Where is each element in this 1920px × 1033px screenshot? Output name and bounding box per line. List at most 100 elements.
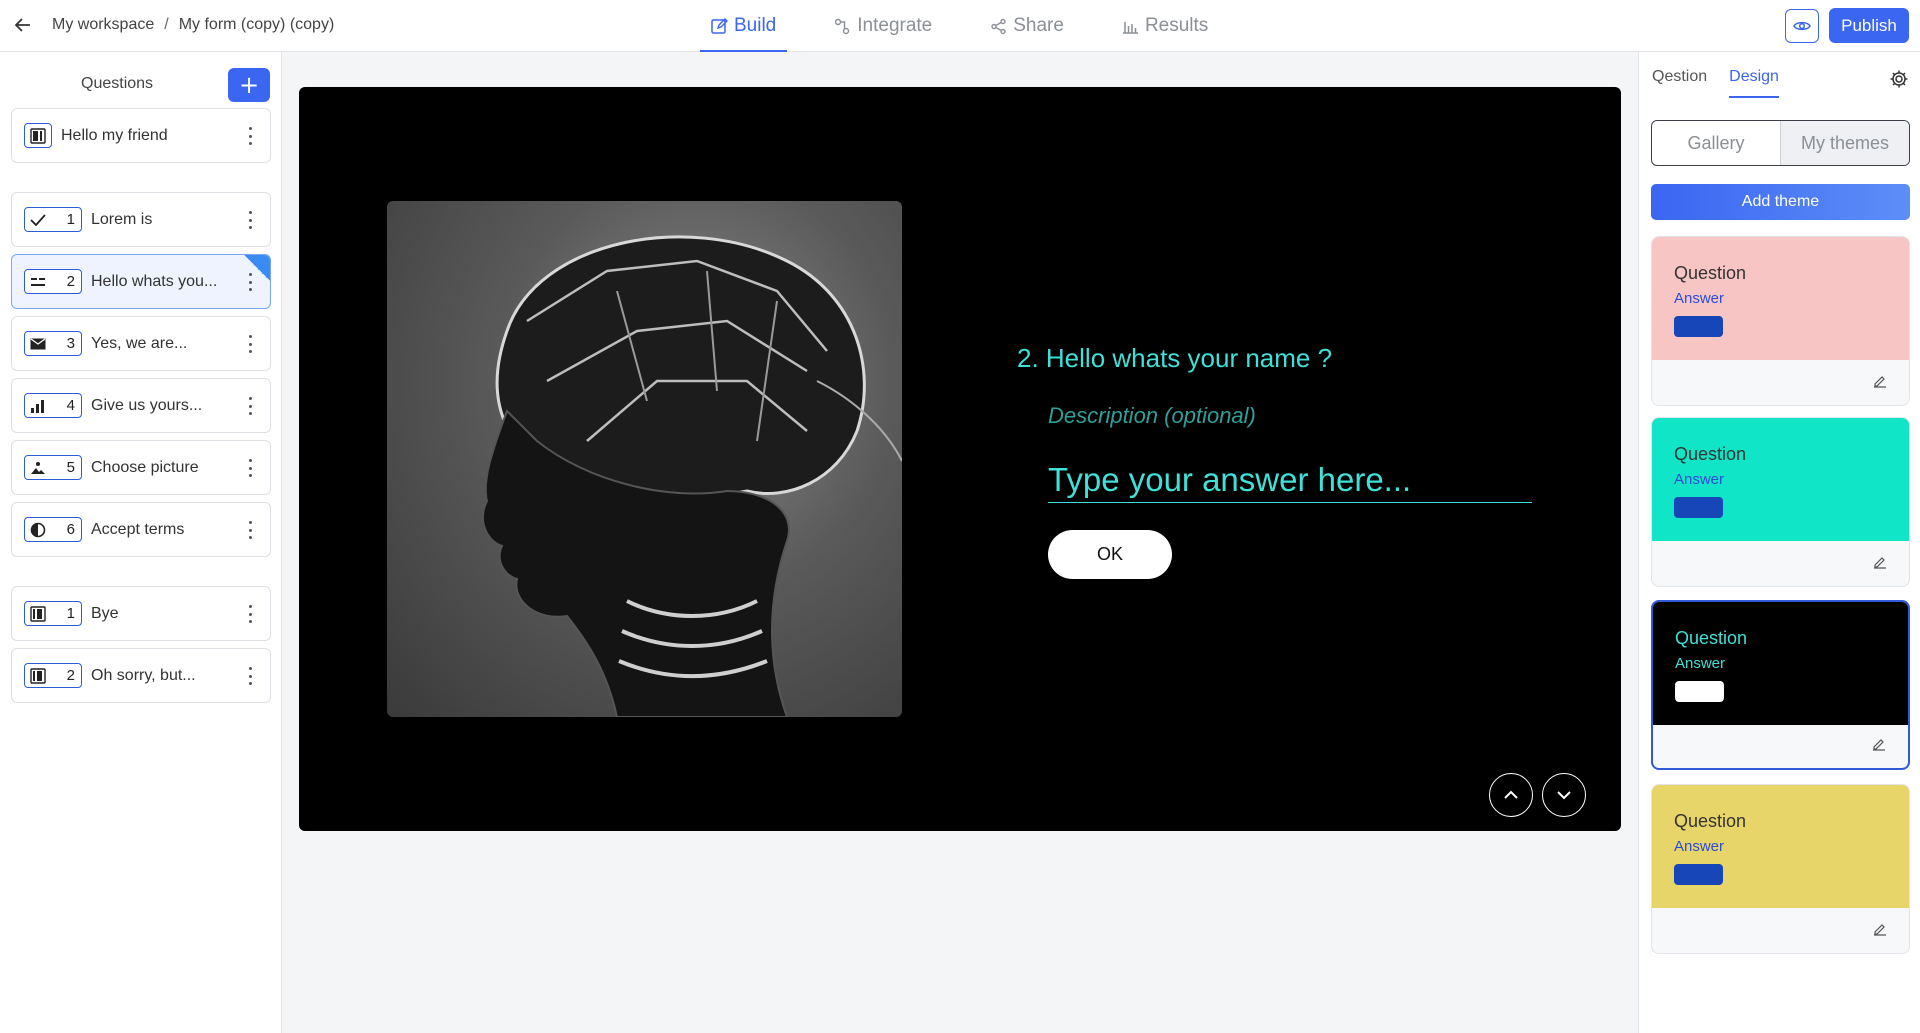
question-badge: 2	[24, 663, 82, 688]
more-options-icon[interactable]	[248, 273, 252, 291]
theme-question-sample: Question	[1674, 811, 1747, 831]
pencil-icon[interactable]	[1873, 922, 1887, 941]
question-badge: 5	[24, 455, 82, 480]
question-badge	[24, 123, 52, 148]
question-badge: 1	[24, 601, 82, 626]
tab-share-label: Share	[1013, 15, 1064, 36]
question-badge: 1	[24, 207, 82, 232]
chevron-down-icon	[1557, 791, 1571, 800]
theme-button-sample	[1675, 681, 1724, 702]
ending-label: Oh sorry, but...	[91, 666, 196, 684]
question-title: 2. Hello whats your name ?	[1017, 343, 1333, 373]
theme-question-sample: Question	[1674, 263, 1747, 283]
email-icon	[25, 333, 51, 355]
question-description[interactable]: Description (optional)	[1048, 403, 1256, 429]
question-item[interactable]: 5 Choose picture	[11, 440, 271, 495]
theme-source-switch: Gallery My themes	[1651, 120, 1910, 166]
publish-button[interactable]: Publish	[1829, 8, 1909, 43]
previous-question-button[interactable]	[1489, 773, 1533, 817]
tab-design[interactable]: Design	[1729, 68, 1779, 98]
more-options-icon[interactable]	[248, 335, 252, 353]
more-options-icon[interactable]	[248, 459, 252, 477]
tab-results-label: Results	[1144, 15, 1209, 36]
question-label: Lorem is	[91, 210, 153, 228]
breadcrumb-form-name[interactable]: My form (copy) (copy)	[179, 16, 335, 34]
ending-item[interactable]: 2 Oh sorry, but...	[11, 648, 271, 703]
questions-sidebar: Questions + Hello my friend 1 Lorem is 2…	[0, 52, 282, 1033]
eye-icon	[1793, 21, 1811, 31]
check-icon	[25, 209, 51, 231]
question-label: Yes, we are...	[91, 334, 188, 352]
question-number: 3	[66, 335, 75, 352]
gallery-option[interactable]: Gallery	[1652, 121, 1781, 165]
question-label: Accept terms	[91, 520, 185, 538]
next-question-button[interactable]	[1542, 773, 1586, 817]
sidebar-header: Questions +	[0, 60, 282, 104]
theme-card[interactable]: Question Answer	[1651, 236, 1910, 406]
theme-button-sample	[1674, 316, 1723, 337]
tab-integrate[interactable]: Integrate	[823, 0, 943, 52]
theme-card[interactable]: Question Answer	[1651, 784, 1910, 954]
theme-button-sample	[1674, 864, 1723, 885]
tab-build[interactable]: Build	[700, 0, 788, 52]
question-item[interactable]: 3 Yes, we are...	[11, 316, 271, 371]
breadcrumb-workspace[interactable]: My workspace	[52, 16, 154, 34]
back-arrow-icon[interactable]	[12, 14, 34, 36]
more-options-icon[interactable]	[248, 211, 252, 229]
tab-question[interactable]: Qestion	[1652, 68, 1707, 98]
ending-label: Bye	[91, 604, 119, 622]
breadcrumb-separator: /	[164, 16, 169, 33]
question-number: 6	[66, 521, 75, 538]
question-number: 5	[66, 459, 75, 476]
pencil-icon[interactable]	[1873, 555, 1887, 574]
edit-icon	[711, 17, 728, 34]
more-options-icon[interactable]	[248, 605, 252, 623]
picture-choice-icon	[25, 457, 51, 479]
rating-bars-icon	[25, 395, 51, 417]
question-badge: 3	[24, 331, 82, 356]
theme-question-sample: Question	[1674, 444, 1747, 464]
more-options-icon[interactable]	[248, 397, 252, 415]
question-image	[387, 201, 902, 717]
more-options-icon[interactable]	[248, 127, 252, 145]
short-text-icon	[25, 271, 51, 293]
question-label: Hello whats you...	[91, 272, 218, 290]
pencil-icon[interactable]	[1872, 737, 1886, 756]
pencil-icon[interactable]	[1873, 374, 1887, 393]
theme-answer-sample: Answer	[1674, 290, 1725, 307]
theme-card-selected[interactable]: Question Answer	[1651, 600, 1910, 770]
more-options-icon[interactable]	[248, 667, 252, 685]
add-question-button[interactable]: +	[228, 68, 270, 102]
theme-question-sample: Question	[1675, 628, 1748, 648]
welcome-screen-item[interactable]: Hello my friend	[11, 108, 271, 163]
welcome-screen-icon	[25, 125, 51, 147]
question-item[interactable]: 4 Give us yours...	[11, 378, 271, 433]
my-themes-option[interactable]: My themes	[1781, 121, 1909, 165]
tab-integrate-label: Integrate	[857, 15, 933, 36]
more-options-icon[interactable]	[248, 521, 252, 539]
question-item-active[interactable]: 2 Hello whats you...	[11, 254, 271, 309]
tab-results[interactable]: Results	[1111, 0, 1219, 52]
breadcrumb: My workspace / My form (copy) (copy)	[12, 14, 334, 36]
legal-icon	[25, 519, 51, 541]
add-theme-button[interactable]: Add theme	[1651, 184, 1910, 220]
ok-button[interactable]: OK	[1048, 530, 1172, 579]
theme-button-sample	[1674, 497, 1723, 518]
sidebar-title: Questions	[81, 75, 154, 92]
ending-screen-icon	[25, 665, 51, 687]
question-badge: 6	[24, 517, 82, 542]
top-bar: My workspace / My form (copy) (copy) Bui…	[0, 0, 1920, 52]
preview-button[interactable]	[1785, 9, 1819, 43]
question-item[interactable]: 1 Lorem is	[11, 192, 271, 247]
question-item[interactable]: 6 Accept terms	[11, 502, 271, 557]
chevron-up-icon	[1504, 790, 1518, 799]
gear-icon[interactable]	[1889, 69, 1909, 94]
question-number: 2	[66, 273, 75, 290]
theme-answer-sample: Answer	[1675, 655, 1726, 672]
question-badge: 4	[24, 393, 82, 418]
tab-share[interactable]: Share	[979, 0, 1075, 52]
answer-input[interactable]	[1048, 457, 1532, 503]
question-number: 1	[66, 605, 75, 622]
theme-card[interactable]: Question Answer	[1651, 417, 1910, 587]
ending-item[interactable]: 1 Bye	[11, 586, 271, 641]
